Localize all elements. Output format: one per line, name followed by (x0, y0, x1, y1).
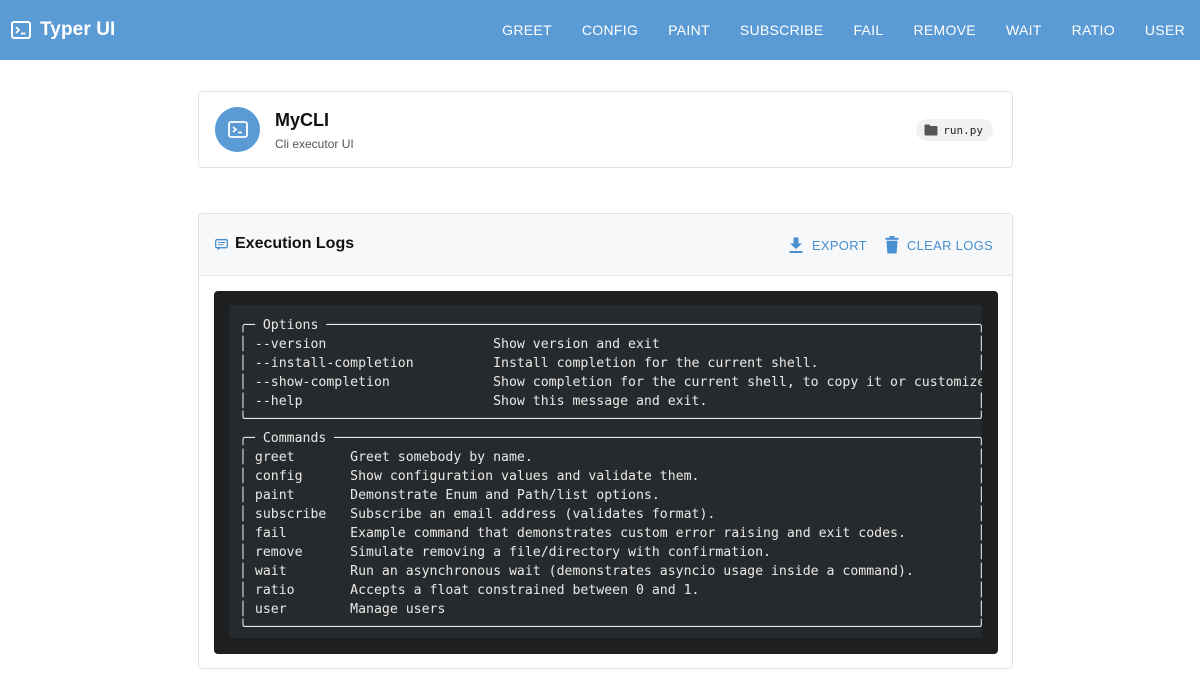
app-name: MyCLI (275, 110, 329, 130)
terminal-line: │ --help Show this message and exit. │ (239, 393, 982, 409)
nav-item-wait[interactable]: WAIT (991, 0, 1057, 60)
folder-icon (924, 124, 938, 136)
nav-item-ratio[interactable]: RATIO (1057, 0, 1130, 60)
execution-logs-card: Execution Logs EXPORT CLEAR LOGS ╭─ Opti… (198, 213, 1013, 669)
terminal-output[interactable]: ╭─ Options ─────────────────────────────… (214, 291, 998, 654)
export-button[interactable]: EXPORT (788, 237, 867, 254)
terminal-viewport[interactable]: ╭─ Options ─────────────────────────────… (229, 305, 982, 638)
nav-item-remove[interactable]: REMOVE (898, 0, 990, 60)
export-label: EXPORT (811, 237, 867, 253)
top-app-bar: Typer UI GREET CONFIG PAINT SUBSCRIBE FA… (0, 0, 1200, 60)
terminal-line: │ fail Example command that demonstrates… (239, 525, 982, 541)
trash-icon (885, 236, 899, 254)
nav-item-fail[interactable]: FAIL (838, 0, 898, 60)
file-name: run.py (943, 123, 983, 137)
terminal-text: ╭─ Options ─────────────────────────────… (239, 305, 982, 638)
app-subtitle: Cli executor UI (275, 137, 354, 151)
clear-logs-button[interactable]: CLEAR LOGS (885, 236, 993, 254)
terminal-line: │ --show-completion Show completion for … (239, 374, 982, 390)
terminal-line: │ subscribe Subscribe an email address (… (239, 506, 982, 522)
terminal-line: │ user Manage users │ (239, 601, 982, 617)
nav-item-config[interactable]: CONFIG (567, 0, 653, 60)
file-chip: run.py (916, 119, 993, 141)
logs-header: Execution Logs EXPORT CLEAR LOGS (199, 214, 1012, 276)
terminal-line: │ wait Run an asynchronous wait (demonst… (239, 563, 982, 579)
terminal-line: │ config Show configuration values and v… (239, 469, 982, 485)
terminal-line: │ --version Show version and exit │ (239, 336, 982, 352)
brand[interactable]: Typer UI (11, 19, 115, 41)
brand-title: Typer UI (40, 19, 116, 40)
terminal-line: │ greet Greet somebody by name. │ (239, 450, 982, 466)
app-info-card: MyCLI Cli executor UI run.py (198, 91, 1013, 168)
logs-actions: EXPORT CLEAR LOGS (770, 214, 993, 276)
terminal-line: │ ratio Accepts a float constrained betw… (239, 582, 982, 598)
terminal-line: │ remove Simulate removing a file/direct… (239, 544, 982, 560)
terminal-line: ╰───────────────────────────────────────… (239, 620, 982, 636)
terminal-line: ╭─ Commands ────────────────────────────… (239, 431, 982, 447)
terminal-line: │ paint Demonstrate Enum and Path/list o… (239, 488, 982, 504)
download-icon (789, 237, 803, 253)
terminal-line: │ --install-completion Install completio… (239, 355, 982, 371)
terminal-icon (227, 121, 248, 138)
app-avatar (215, 107, 260, 152)
nav-item-user[interactable]: USER (1130, 0, 1200, 60)
nav-item-subscribe[interactable]: SUBSCRIBE (725, 0, 839, 60)
terminal-icon (11, 21, 31, 39)
nav-bar: GREET CONFIG PAINT SUBSCRIBE FAIL REMOVE… (487, 0, 1200, 60)
nav-item-greet[interactable]: GREET (487, 0, 567, 60)
message-icon (215, 239, 228, 250)
clear-logs-label: CLEAR LOGS (906, 237, 993, 253)
terminal-line: ╰───────────────────────────────────────… (239, 412, 982, 428)
logs-title: Execution Logs (235, 235, 355, 252)
terminal-line: ╭─ Options ─────────────────────────────… (239, 317, 982, 333)
nav-item-paint[interactable]: PAINT (653, 0, 725, 60)
